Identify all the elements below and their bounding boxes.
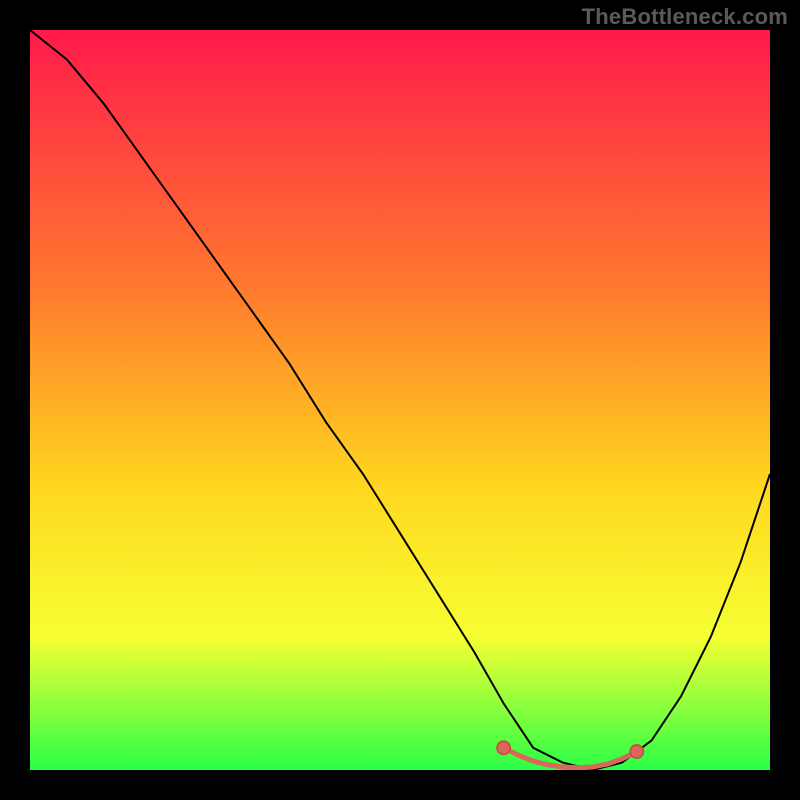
chart-frame: TheBottleneck.com: [0, 0, 800, 800]
range-endpoint-dot: [630, 745, 643, 758]
gradient-background: [30, 30, 770, 770]
bottleneck-chart: [30, 30, 770, 770]
watermark-text: TheBottleneck.com: [582, 4, 788, 30]
range-endpoint-dot: [497, 741, 510, 754]
